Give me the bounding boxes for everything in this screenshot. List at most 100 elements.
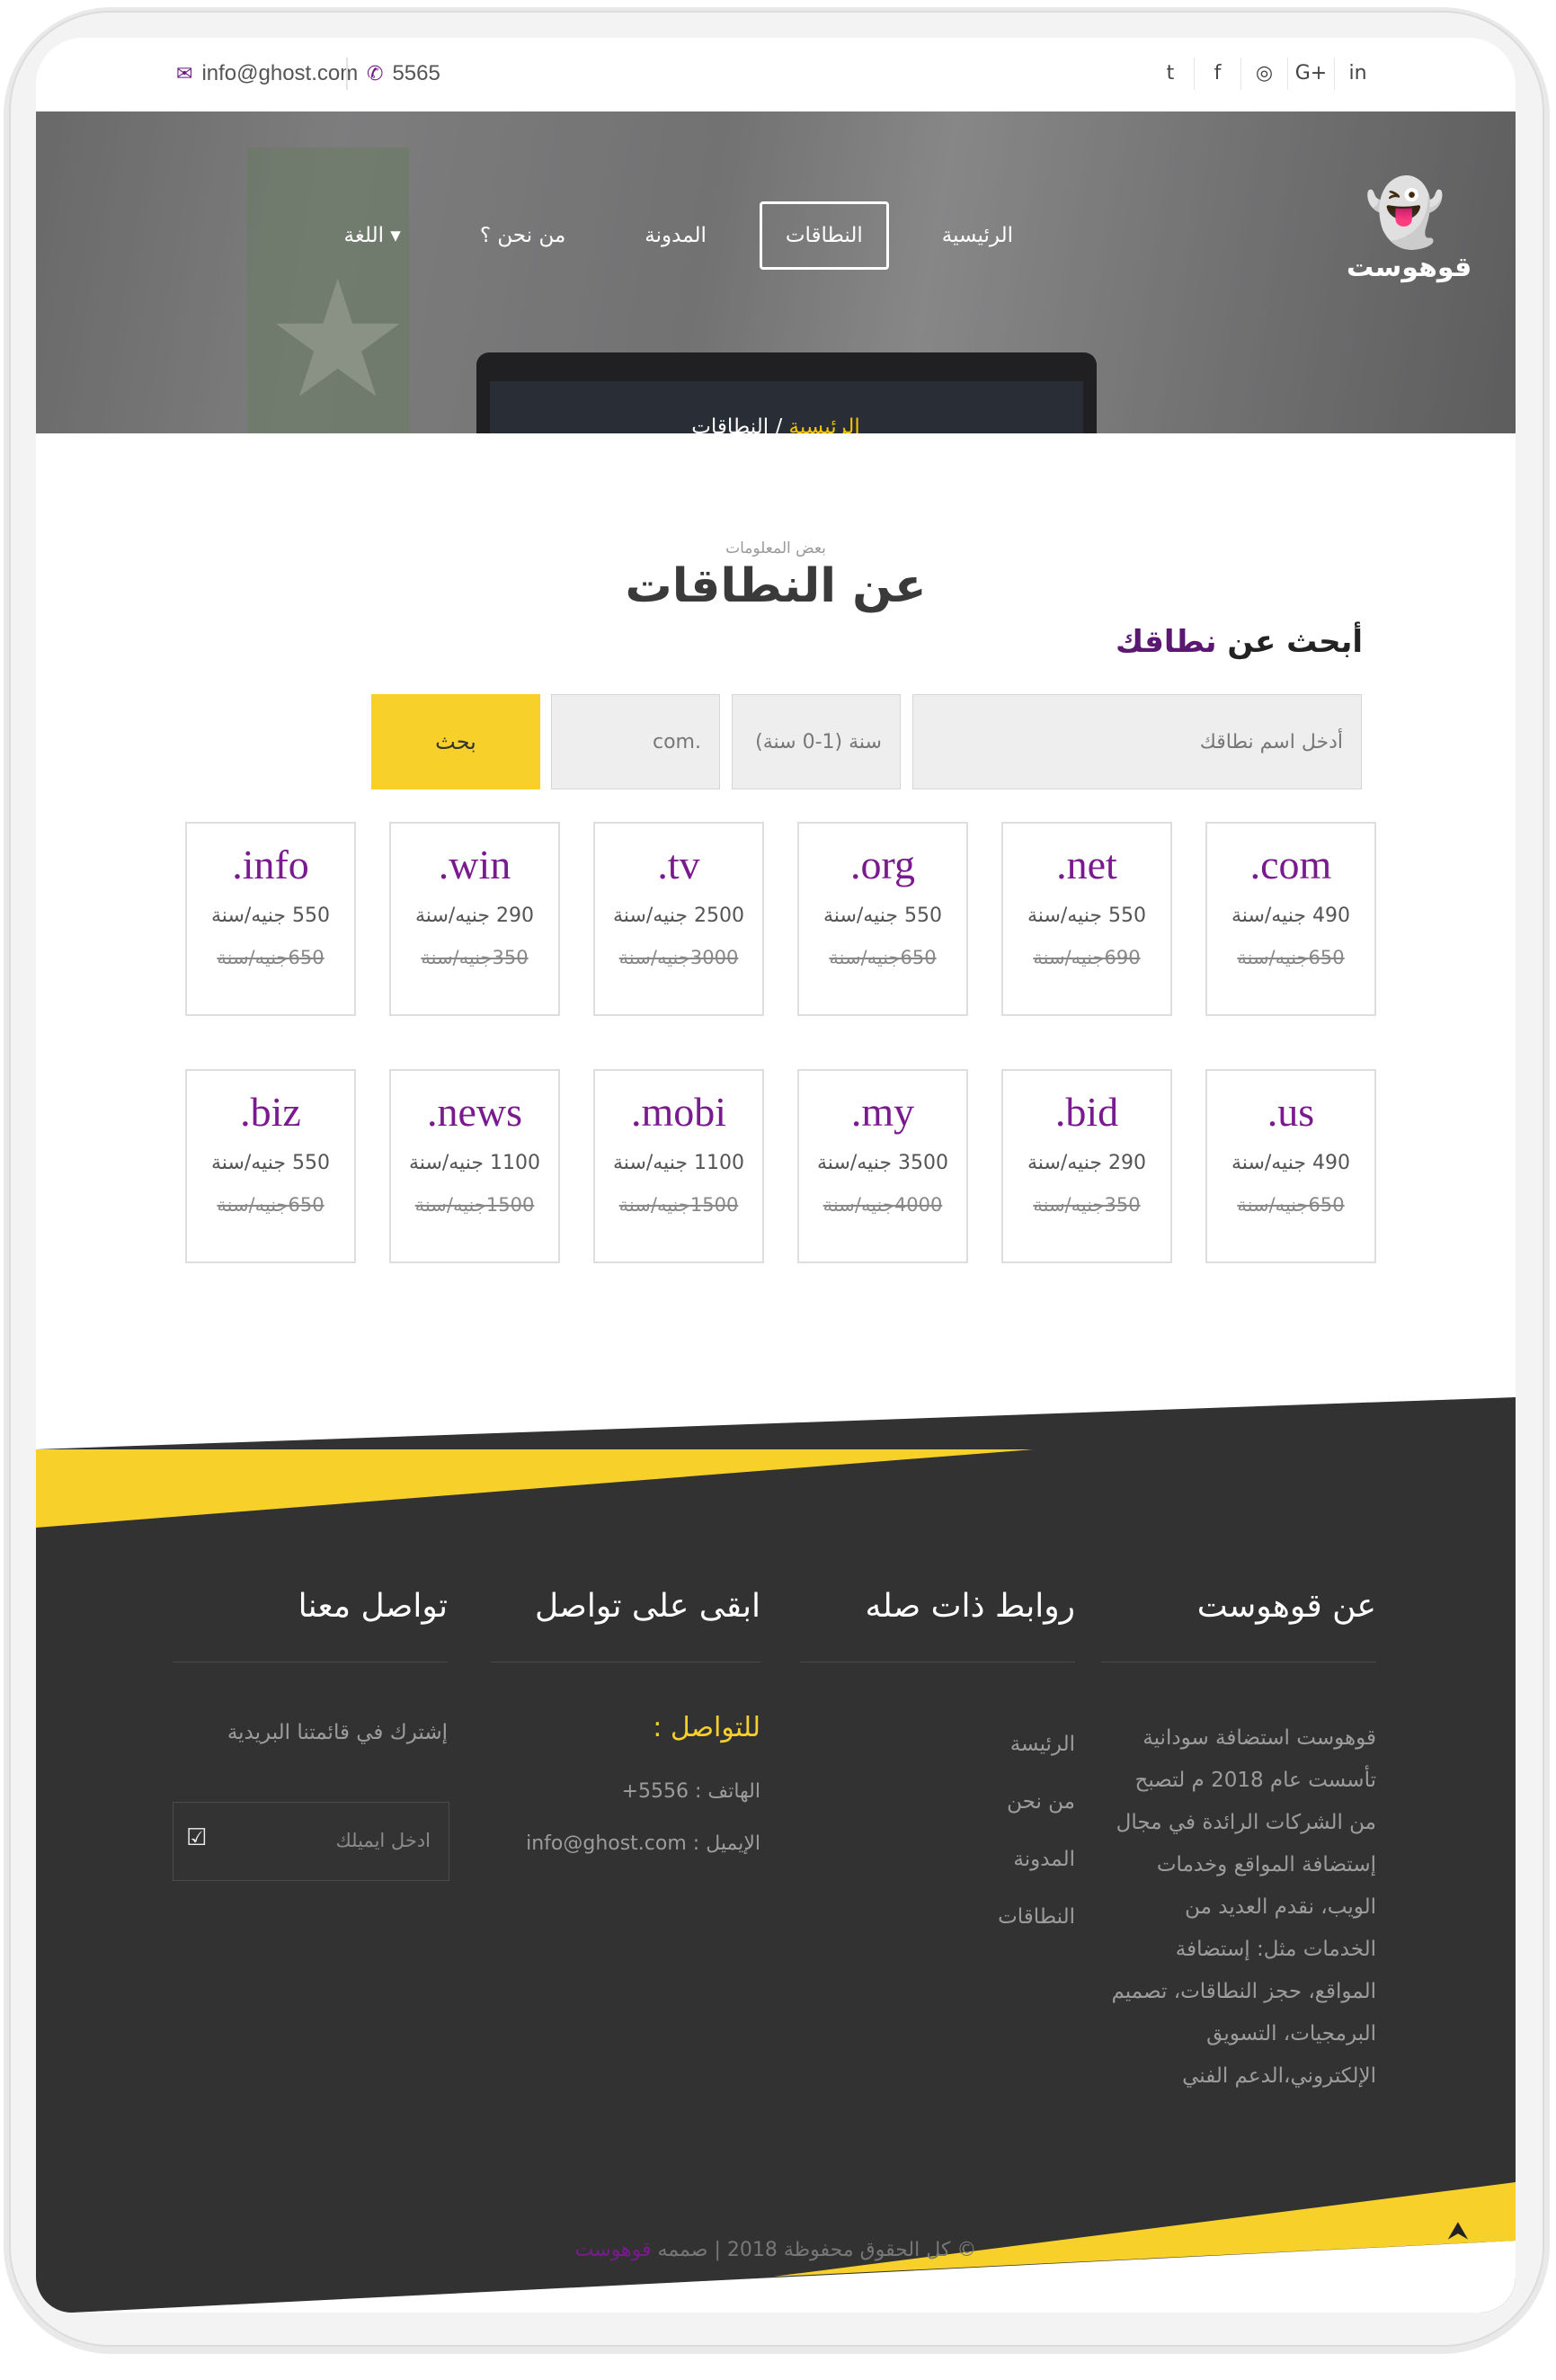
envelope-icon: ✉ xyxy=(176,62,193,85)
footer-links: الرئيسة من نحن المدونة النطاقات xyxy=(998,1716,1075,1946)
email-contact[interactable]: ✉ info@ghost.com xyxy=(176,61,358,86)
footer-link-domains[interactable]: النطاقات xyxy=(998,1888,1075,1946)
domain-card[interactable]: .win 290 جنيه/سنة 350جنيه/سنة xyxy=(389,822,560,1016)
domain-extension: .my xyxy=(850,1089,915,1135)
footer-links-title: روابط ذات صله xyxy=(865,1588,1075,1625)
screen: ✉ info@ghost.com ✆ 5565 t f ◎ G+ in ★ 👻 … xyxy=(36,38,1516,2313)
domain-old-price: 3000جنيه/سنة xyxy=(618,947,739,968)
breadcrumb-separator: / xyxy=(775,415,783,433)
email-text: info@ghost.com xyxy=(201,61,359,85)
nav-item-domains[interactable]: النطاقات xyxy=(759,201,889,270)
section-title: عن النطاقات xyxy=(625,559,927,613)
domain-extension: .biz xyxy=(240,1089,301,1135)
nav-item-home[interactable]: الرئيسية xyxy=(916,201,1039,270)
nav-item-about[interactable]: من نحن ؟ xyxy=(454,201,591,270)
scroll-to-top-icon[interactable]: ⮝ xyxy=(1447,2215,1469,2246)
domain-old-price: 650جنيه/سنة xyxy=(217,947,325,968)
domain-old-price: 690جنيه/سنة xyxy=(1033,947,1141,968)
domain-old-price: 650جنيه/سنة xyxy=(829,947,937,968)
ghost-logo-icon: 👻 xyxy=(1365,174,1445,250)
copyright-text: © كل الحقوق محفوظة 2018 | صممه xyxy=(657,2239,977,2261)
twitter-icon[interactable]: t xyxy=(1147,58,1194,90)
domain-card[interactable]: .news 1100 جنيه/سنة 1500جنيه/سنة xyxy=(389,1069,560,1263)
subscribe-text: إشترك في قائمتنا البريدية xyxy=(227,1721,448,1744)
domain-name-input[interactable]: أدخل اسم نطاقك xyxy=(912,694,1362,789)
domain-name-placeholder: أدخل اسم نطاقك xyxy=(1199,730,1343,753)
domain-extension: .com xyxy=(1249,842,1332,887)
brand-name: قوهوست xyxy=(1347,252,1472,283)
search-title: أبحث عن نطاقك xyxy=(1116,624,1363,660)
footer-about-text: قوهوست استضافة سودانية تأسست عام 2018 م … xyxy=(1111,1726,1377,2088)
domain-extension: .info xyxy=(232,842,309,887)
tld-value: .com xyxy=(653,730,701,753)
domain-extension: .us xyxy=(1267,1089,1315,1135)
search-title-part: أبحث عن xyxy=(1227,624,1363,660)
domain-old-price: 350جنيه/سنة xyxy=(1033,1194,1141,1216)
footer-contact-email[interactable]: الإيميل : info@ghost.com xyxy=(526,1832,760,1855)
subscribe-email-input[interactable]: ادخل ايميلك ☑ xyxy=(173,1802,449,1881)
search-button[interactable]: بحث xyxy=(371,694,540,789)
email-placeholder: ادخل ايميلك xyxy=(335,1830,431,1851)
footer-link-blog[interactable]: المدونة xyxy=(998,1831,1075,1888)
domain-extension: .mobi xyxy=(630,1089,727,1135)
domain-card[interactable]: .tv 2500 جنيه/سنة 3000جنيه/سنة xyxy=(593,822,764,1016)
domain-price: 1100 جنيه/سنة xyxy=(613,1152,744,1174)
domain-card[interactable]: .net 550 جنيه/سنة 690جنيه/سنة xyxy=(1001,822,1172,1016)
domain-price: 490 جنيه/سنة xyxy=(1231,905,1350,927)
domain-card[interactable]: .mobi 1100 جنيه/سنة 1500جنيه/سنة xyxy=(593,1069,764,1263)
domain-extension: .bid xyxy=(1054,1089,1119,1135)
site-logo[interactable]: 👻 قوهوست xyxy=(1347,174,1472,283)
domain-extension: .net xyxy=(1056,842,1117,887)
domain-extension: .win xyxy=(438,842,511,887)
nav-item-blog[interactable]: المدونة xyxy=(618,201,733,270)
domain-card[interactable]: .biz 550 جنيه/سنة 650جنيه/سنة xyxy=(185,1069,356,1263)
footer-link-home[interactable]: الرئيسة xyxy=(998,1716,1075,1773)
phone-text: 5565 xyxy=(392,61,440,85)
breadcrumb-home[interactable]: الرئيسية xyxy=(789,415,860,433)
section-subtitle: بعض المعلومات xyxy=(725,539,826,557)
domain-old-price: 1500جنيه/سنة xyxy=(618,1194,739,1216)
footer-contact-heading: للتواصل : xyxy=(653,1712,760,1743)
domain-card[interactable]: .com 490 جنيه/سنة 650جنيه/سنة xyxy=(1205,822,1376,1016)
phone-contact[interactable]: ✆ 5565 xyxy=(367,61,440,86)
domain-old-price: 650جنيه/سنة xyxy=(1237,1194,1345,1216)
footer-connect-title: تواصل معنا xyxy=(298,1588,448,1625)
domain-card[interactable]: .us 490 جنيه/سنة 650جنيه/سنة xyxy=(1205,1069,1376,1263)
domain-price: 550 جنيه/سنة xyxy=(211,905,330,927)
social-links: t f ◎ G+ in xyxy=(1147,58,1381,90)
domain-price: 3500 جنيه/سنة xyxy=(817,1152,948,1174)
copyright-brand[interactable]: قوهوست xyxy=(575,2239,652,2261)
domain-price: 550 جنيه/سنة xyxy=(823,905,942,927)
divider xyxy=(346,58,348,90)
subscribe-envelope-icon[interactable]: ☑ xyxy=(186,1824,207,1851)
domain-old-price: 650جنيه/سنة xyxy=(217,1194,325,1216)
domain-card[interactable]: .bid 290 جنيه/سنة 350جنيه/سنة xyxy=(1001,1069,1172,1263)
google-plus-icon[interactable]: G+ xyxy=(1287,58,1334,90)
domain-price: 1100 جنيه/سنة xyxy=(409,1152,540,1174)
footer-stay-title: ابقى على تواصل xyxy=(535,1588,760,1625)
breadcrumb: الرئيسية / النطاقات xyxy=(36,415,1516,433)
footer-link-about[interactable]: من نحن xyxy=(998,1773,1075,1831)
nav-item-language[interactable]: اللغة ▾ xyxy=(318,201,427,270)
tld-select[interactable]: .com xyxy=(551,694,720,789)
domain-price: 550 جنيه/سنة xyxy=(1027,905,1146,927)
top-bar: ✉ info@ghost.com ✆ 5565 t f ◎ G+ in xyxy=(36,38,1516,111)
domain-card[interactable]: .my 3500 جنيه/سنة 4000جنيه/سنة xyxy=(797,1069,968,1263)
instagram-icon[interactable]: ◎ xyxy=(1240,58,1287,90)
domain-old-price: 1500جنيه/سنة xyxy=(414,1194,535,1216)
main-nav: الرئيسية النطاقات المدونة من نحن ؟ اللغة… xyxy=(318,201,1039,270)
years-select[interactable]: سنة (1-0 سنة) xyxy=(732,694,901,789)
domain-extension: .org xyxy=(850,842,915,887)
domain-old-price: 4000جنيه/سنة xyxy=(822,1194,943,1216)
domain-card[interactable]: .info 550 جنيه/سنة 650جنيه/سنة xyxy=(185,822,356,1016)
hero-banner: ★ 👻 قوهوست الرئيسية النطاقات المدونة من … xyxy=(36,111,1516,433)
domain-extension: .news xyxy=(426,1089,523,1135)
domain-card[interactable]: .org 550 جنيه/سنة 650جنيه/سنة xyxy=(797,822,968,1016)
hero-shade xyxy=(36,111,1516,433)
domain-old-price: 350جنيه/سنة xyxy=(421,947,529,968)
facebook-icon[interactable]: f xyxy=(1194,58,1240,90)
domain-price: 290 جنيه/سنة xyxy=(415,905,534,927)
linkedin-icon[interactable]: in xyxy=(1334,58,1381,90)
domain-price: 290 جنيه/سنة xyxy=(1027,1152,1146,1174)
copyright: © كل الحقوق محفوظة 2018 | صممه قوهوست xyxy=(36,2239,1516,2261)
